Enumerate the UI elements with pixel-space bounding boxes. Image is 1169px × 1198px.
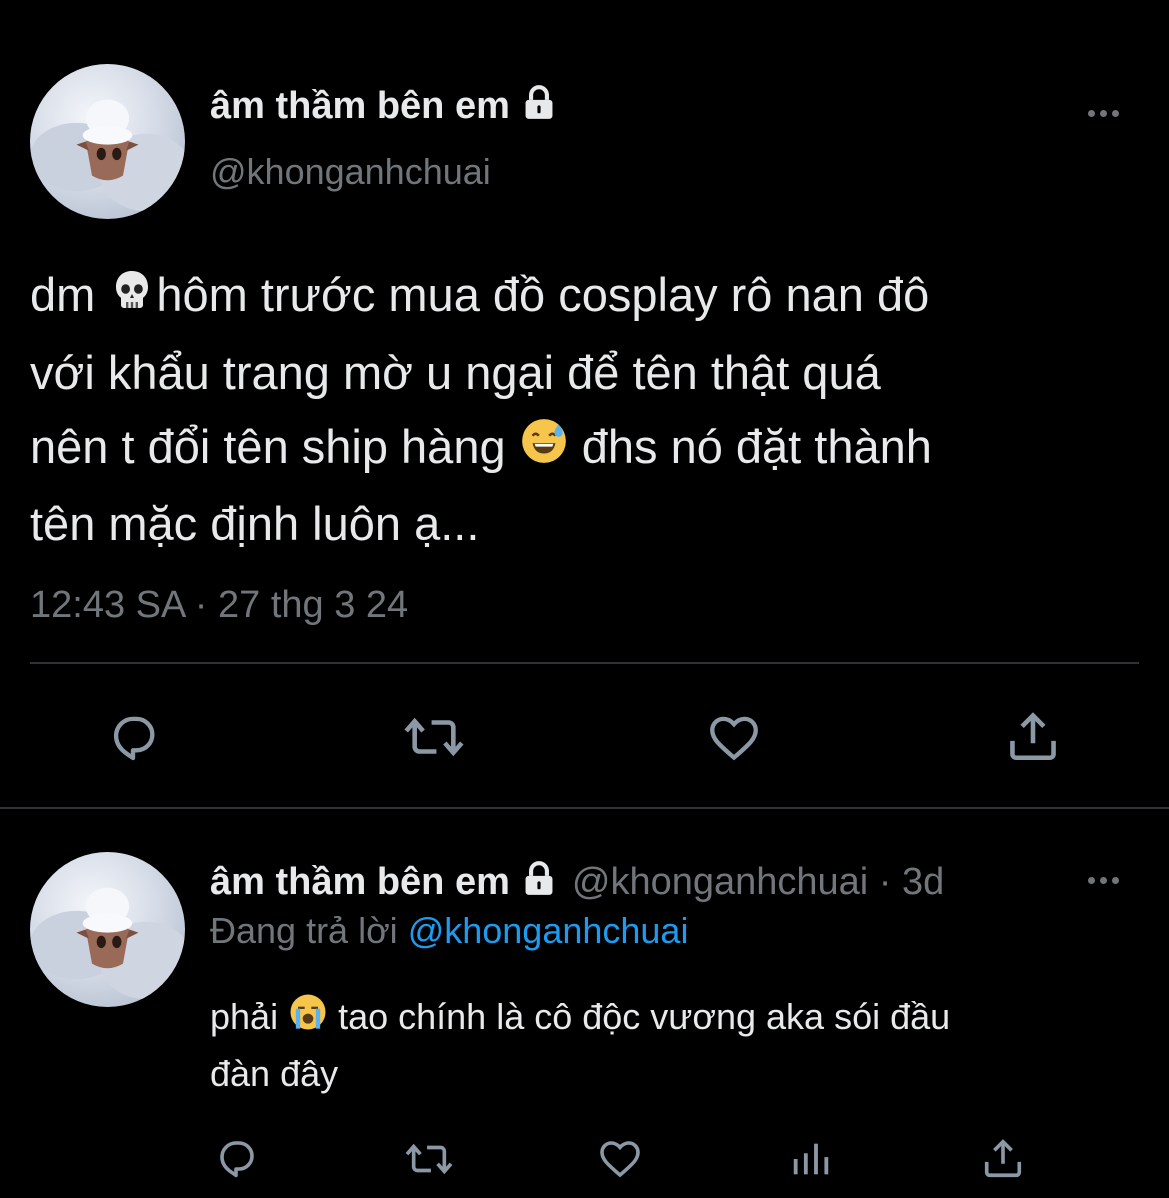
replying-prefix: Đang trả lời xyxy=(210,910,408,951)
reply-icon[interactable] xyxy=(212,1134,260,1182)
like-icon[interactable] xyxy=(704,708,764,766)
crying-emoji xyxy=(288,992,328,1047)
reply-header: âm thầm bên em @khonganhchuai · 3d xyxy=(210,860,944,904)
lock-icon xyxy=(520,84,558,122)
skull-emoji xyxy=(108,262,156,336)
tweet-text-segment: đhs nó đặt thành xyxy=(568,419,932,473)
replying-to: Đang trả lời @khonganhchuai xyxy=(210,909,688,953)
tweet-text-segment: nên t đổi tên ship hàng xyxy=(30,419,519,473)
section-divider xyxy=(0,807,1169,809)
reply-more-options-icon[interactable] xyxy=(1088,877,1119,884)
display-name[interactable]: âm thầm bên em xyxy=(210,84,558,128)
lock-icon xyxy=(520,860,558,898)
reply-handle-time[interactable]: @khonganhchuai · 3d xyxy=(572,861,944,903)
like-icon[interactable] xyxy=(595,1134,645,1182)
reply-line: đàn đây xyxy=(210,1052,339,1094)
handle[interactable]: @khonganhchuai xyxy=(210,150,491,194)
tweet-text-segment: hôm trước mua đồ cosplay rô nan đô xyxy=(156,268,930,321)
views-icon[interactable] xyxy=(788,1136,834,1182)
timestamp[interactable]: 12:43 SA · 27 thg 3 24 xyxy=(30,582,408,628)
tweet-line: tên mặc định luôn ạ... xyxy=(30,497,480,551)
reply-avatar[interactable] xyxy=(30,852,185,1007)
reply-line: phải tao chính là cô độc vương aka sói đ… xyxy=(210,990,950,1047)
display-name-text: âm thầm bên em xyxy=(210,85,510,127)
reply-display-name[interactable]: âm thầm bên em xyxy=(210,861,510,903)
reply-icon[interactable] xyxy=(104,708,162,766)
tweet-line: với khẩu trang mờ u ngại để tên thật quá xyxy=(30,345,881,399)
reply-text: phải tao chính là cô độc vương aka sói đ… xyxy=(210,990,950,1101)
avatar[interactable] xyxy=(30,64,185,219)
retweet-icon[interactable] xyxy=(400,1136,458,1182)
tweet-line: dm hôm trước mua đồ cosplay rô nan đô xyxy=(30,258,1150,336)
share-icon[interactable] xyxy=(1004,706,1062,766)
share-icon[interactable] xyxy=(980,1134,1026,1182)
more-options-icon[interactable] xyxy=(1088,110,1119,117)
reply-text-segment: tao chính là cô độc vương aka sói đầu xyxy=(328,996,951,1037)
tweet-text-segment: dm xyxy=(30,268,109,321)
sweat-smile-emoji xyxy=(519,413,569,487)
replying-mention-link[interactable]: @khonganhchuai xyxy=(408,910,689,951)
retweet-icon[interactable] xyxy=(400,708,468,766)
tweet-line: nên t đổi tên ship hàng đhs nó đặt thành xyxy=(30,410,1150,488)
reply-text-segment: phải xyxy=(210,996,289,1037)
tweet-text: dm hôm trước mua đồ cosplay rô nan đô vớ… xyxy=(30,258,1150,561)
divider xyxy=(30,662,1139,664)
